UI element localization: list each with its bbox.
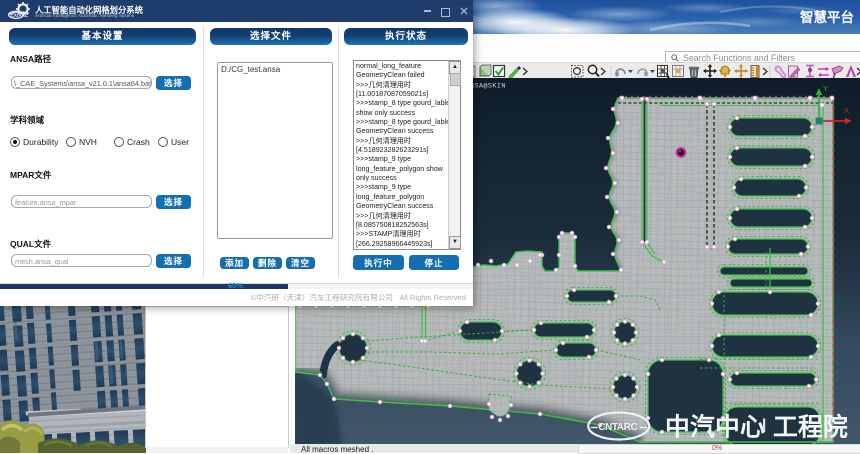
- svg-text:CATARC: CATARC: [11, 12, 29, 17]
- svg-text:X: X: [844, 106, 849, 115]
- svg-text:CNTARC: CNTARC: [598, 422, 637, 433]
- svg-text:工程院: 工程院: [773, 413, 848, 442]
- svg-text:中汽中心: 中汽中心: [665, 413, 765, 442]
- svg-text:Y: Y: [823, 84, 828, 93]
- svg-text:NSA@SKIN: NSA@SKIN: [470, 83, 506, 91]
